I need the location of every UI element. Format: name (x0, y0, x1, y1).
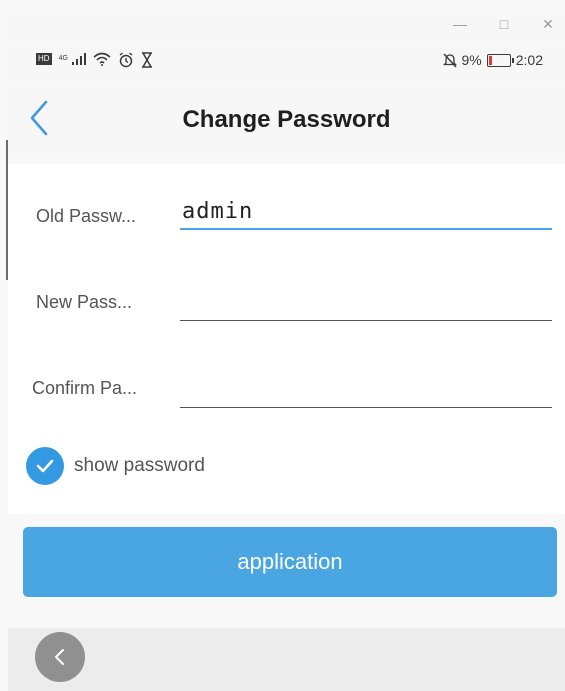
signal-icon: 4G (59, 52, 86, 66)
mute-icon (442, 53, 457, 68)
old-password-underline (180, 228, 552, 230)
window-title-bar: — □ ✕ (8, 10, 565, 40)
confirm-password-row: Confirm Pa... (8, 362, 565, 422)
page-title: Change Password (182, 106, 391, 133)
clock: 2:02 (515, 52, 543, 68)
old-password-label: Old Passw... (36, 206, 137, 226)
alarm-icon (118, 52, 134, 68)
password-form: Old Passw... admin New Pass... Confirm P… (8, 164, 565, 514)
app-header: Change Password (8, 84, 565, 156)
wifi-icon (93, 52, 111, 66)
new-password-row: New Pass... (8, 274, 565, 334)
battery-icon (486, 53, 514, 67)
status-icons-right: 9% 2:02 (442, 52, 543, 68)
floating-back-button[interactable] (35, 632, 85, 682)
apply-button[interactable]: application (23, 527, 557, 597)
old-password-field[interactable]: admin (180, 190, 552, 230)
chevron-left-icon (55, 649, 64, 665)
confirm-password-field[interactable] (180, 368, 552, 408)
close-button[interactable]: ✕ (536, 14, 560, 34)
status-bar: HD 4G 9% 2:02 (8, 44, 565, 80)
checkmark-icon (36, 459, 54, 473)
new-password-underline (180, 320, 552, 321)
show-password-toggle[interactable]: show password (26, 446, 205, 486)
battery-percent: 9% (461, 52, 482, 68)
network-type-label: 4G (58, 55, 68, 62)
status-icons-left: HD 4G (36, 52, 153, 68)
show-password-label: show password (74, 455, 205, 476)
hd-icon: HD (36, 53, 52, 65)
new-password-field[interactable] (180, 281, 552, 321)
bottom-bar (8, 628, 565, 691)
minimize-button[interactable]: — (448, 14, 472, 34)
new-password-label: New Pass... (36, 292, 133, 312)
battery-fill (488, 55, 492, 65)
maximize-button[interactable]: □ (492, 14, 516, 34)
old-password-row: Old Passw... admin (8, 186, 565, 246)
confirm-password-underline (180, 407, 552, 408)
show-password-checkbox[interactable] (26, 447, 64, 485)
hourglass-icon (141, 52, 153, 68)
old-password-value: admin (182, 199, 254, 224)
confirm-password-label: Confirm Pa... (32, 378, 138, 398)
